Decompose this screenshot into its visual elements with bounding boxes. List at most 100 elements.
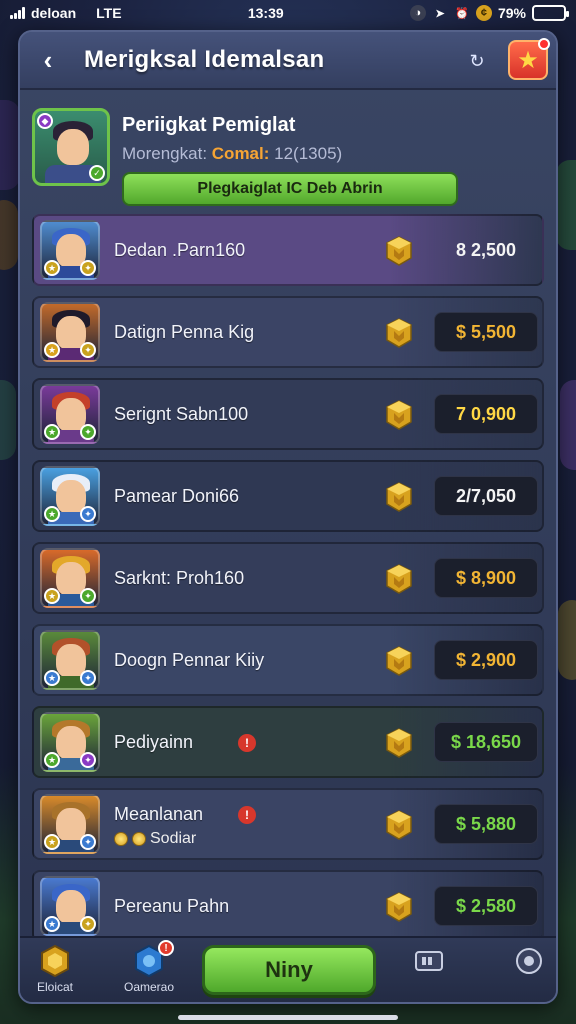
price-button[interactable]: 8 2,500	[434, 230, 538, 270]
price-button[interactable]: 7 0,900	[434, 394, 538, 434]
hero-avatar: ★ ✦	[40, 630, 100, 690]
rank-badge-icon: ★	[44, 834, 60, 850]
rank-badge-icon: ★	[44, 670, 60, 686]
hero-row[interactable]: ★ ✦ Pereanu Pahn $ 2,580	[32, 870, 544, 936]
hero-sub: Sodiar	[114, 830, 196, 848]
data-saver-icon: ◑	[409, 5, 426, 21]
hero-row[interactable]: ★ ✦ Sarknt: Proh160 $ 8,900	[32, 542, 544, 614]
upgrade-token-icon	[386, 892, 412, 922]
status-right: ◑ ➤ ⏰ ¢ 79%	[409, 5, 569, 21]
refresh-icon[interactable]: ↻	[466, 50, 488, 72]
nav-label: Eloicat	[36, 980, 74, 994]
upgrade-token-icon	[386, 318, 412, 348]
battery-percent: 79%	[497, 5, 526, 21]
rank-badge-icon: ★	[44, 342, 60, 358]
nav-item-oamerao[interactable]: ! Oamerao	[114, 940, 184, 1000]
shield-icon: !	[132, 940, 174, 978]
clock: 13:39	[247, 5, 284, 21]
battery-icon	[532, 5, 569, 21]
hero-name: Pereanu Pahn	[114, 896, 230, 916]
hero-avatar: ★ ✦	[40, 712, 100, 772]
rank-badge-icon: ★	[44, 588, 60, 604]
favorite-button[interactable]: ★	[508, 38, 550, 80]
nav-item-eloicat[interactable]: Eloicat	[20, 944, 90, 1000]
nav-item-settings[interactable]	[494, 944, 556, 1000]
upgrade-token-icon	[386, 728, 412, 758]
upgrade-token-icon	[386, 646, 412, 676]
hero-row[interactable]: ★ ✦ Pamear Doni66 2/7,050	[32, 460, 544, 532]
alarm-icon: ⏰	[455, 7, 469, 20]
hero-list: ★ ✦ Dedan .Parn160 8 2,500 ★ ✦ Datign Pe…	[32, 214, 544, 936]
hero-avatar: ★ ✦	[40, 302, 100, 362]
hero-avatar: ★ ✦	[40, 220, 100, 280]
coin-icon	[132, 832, 146, 846]
hero-name: Sarknt: Proh160	[114, 568, 245, 588]
alert-icon: !	[238, 806, 256, 824]
hero-name: Doogn Pennar Kiiy	[114, 650, 265, 670]
upgrade-token-icon	[386, 400, 412, 430]
hero-row[interactable]: ★ ✦ Meanlanan Sodiar $ 5,880 !	[32, 788, 544, 860]
bg-decoration	[558, 600, 576, 680]
price-button[interactable]: $ 2,580	[434, 886, 538, 926]
upgrade-token-icon	[386, 482, 412, 512]
class-badge-icon: ✦	[80, 424, 96, 440]
hero-row[interactable]: ★ ✦ Datign Penna Kig $ 5,500	[32, 296, 544, 368]
class-badge-icon: ✦	[80, 670, 96, 686]
hero-avatar: ★ ✦	[40, 876, 100, 936]
hero-row[interactable]: ★ ✦ Dedan .Parn160 8 2,500	[32, 214, 544, 286]
bg-decoration	[0, 200, 18, 270]
hero-sub-label: Sodiar	[150, 830, 197, 847]
primary-action-button[interactable]: Niny	[202, 945, 376, 995]
hero-name: Datign Penna Kig	[114, 322, 255, 342]
home-indicator	[178, 1015, 398, 1020]
hero-avatar: ★ ✦	[40, 466, 100, 526]
hexagon-icon	[38, 944, 72, 978]
hero-subtitle: Morengkat: Comal: 12(1305)	[122, 144, 342, 164]
back-button[interactable]: ‹	[30, 42, 66, 78]
price-button[interactable]: $ 5,500	[434, 312, 538, 352]
class-badge-icon: ✦	[80, 916, 96, 932]
scroll-area[interactable]: ◆ ✓ Periigkat Pemiglat Morengkat: Comal:…	[20, 92, 556, 936]
price-button[interactable]: 2/7,050	[434, 476, 538, 516]
rank-badge-icon: ★	[44, 260, 60, 276]
bottom-nav: Eloicat ! Oamerao Niny	[20, 936, 556, 1002]
bg-decoration	[556, 160, 576, 250]
hero-subtitle-suffix: 12(1305)	[274, 144, 343, 163]
hero-row[interactable]: ★ ✦ Pediyainn $ 18,650 !	[32, 706, 544, 778]
hero-row[interactable]: ★ ✦ Serignt Sabn100 7 0,900	[32, 378, 544, 450]
rank-badge-icon: ★	[44, 752, 60, 768]
bg-decoration	[560, 380, 576, 470]
class-badge-icon: ✦	[80, 260, 96, 276]
coin-icon	[114, 832, 128, 846]
alert-icon: !	[238, 734, 256, 752]
coin-status-icon: ¢	[475, 5, 492, 21]
price-button[interactable]: $ 5,880	[434, 804, 538, 844]
bg-decoration	[0, 100, 20, 190]
notification-dot	[538, 38, 550, 50]
nav-item-cards[interactable]	[394, 944, 464, 1000]
star-icon: ★	[517, 46, 539, 74]
price-button[interactable]: $ 2,900	[434, 640, 538, 680]
class-badge-icon: ✦	[80, 752, 96, 768]
status-bar: deloan LTE 13:39 ◑ ➤ ⏰ ¢ 79%	[0, 0, 576, 26]
class-badge-icon: ✦	[80, 834, 96, 850]
hero-subtitle-accent: Comal:	[211, 144, 270, 163]
hero-subtitle-prefix: Morengkat:	[122, 144, 208, 163]
price-button[interactable]: $ 8,900	[434, 558, 538, 598]
hero-name: Serignt Sabn100	[114, 404, 249, 424]
upgrade-token-icon	[386, 236, 412, 266]
class-badge-icon: ✦	[80, 506, 96, 522]
hero-avatar: ★ ✦	[40, 548, 100, 608]
profile-card: ◆ ✓ Periigkat Pemiglat Morengkat: Comal:…	[20, 92, 556, 212]
cards-icon	[412, 944, 446, 978]
price-button[interactable]: $ 18,650	[434, 722, 538, 762]
upgrade-all-button[interactable]: Plegkaiglat IC Deb Abrin	[122, 172, 458, 206]
hero-row[interactable]: ★ ✦ Doogn Pennar Kiiy $ 2,900	[32, 624, 544, 696]
panel-header: ‹ Merigksal Idemalsan ↻ ★	[20, 32, 556, 90]
gear-icon	[512, 944, 546, 978]
rank-badge-icon: ★	[44, 506, 60, 522]
carrier-label: deloan	[31, 5, 77, 21]
signal-icon	[10, 7, 25, 19]
hero-name: Pamear Doni66	[114, 486, 240, 506]
hero-name: Meanlanan	[114, 804, 204, 824]
